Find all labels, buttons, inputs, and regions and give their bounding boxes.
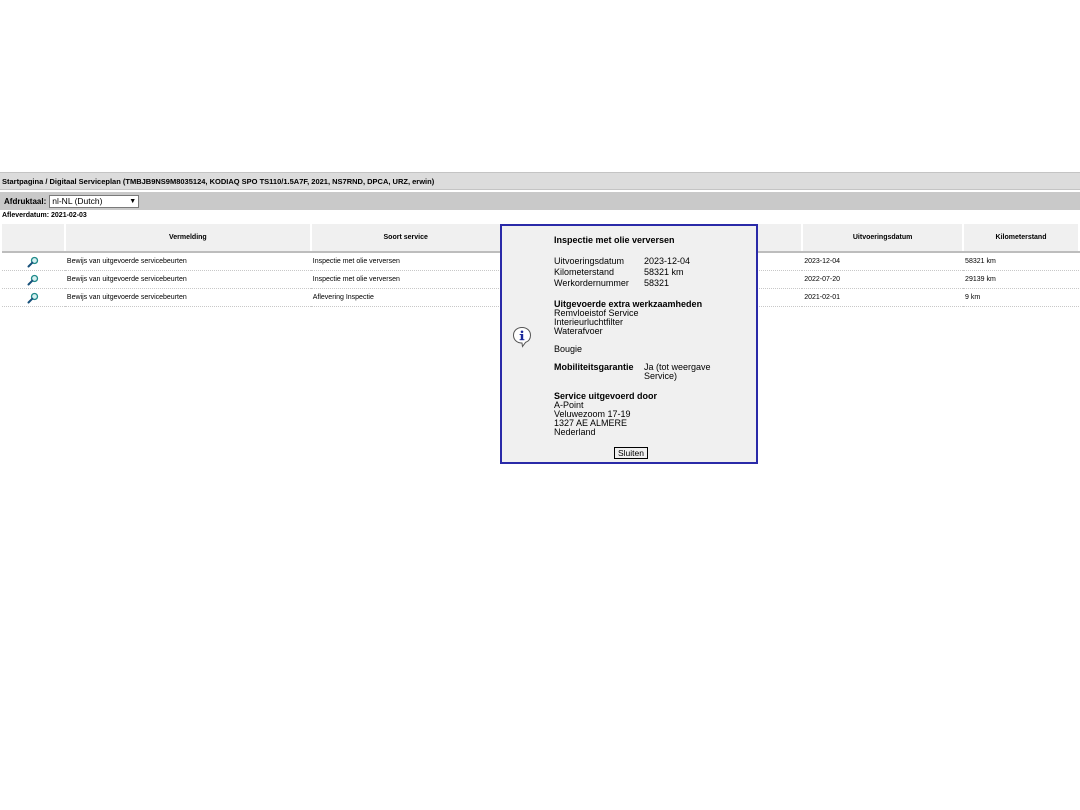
cell-kilometerstand: 29139 km [963, 270, 1079, 289]
cell-soort-service: Inspectie met olie verversen [310, 270, 501, 289]
cell-uitvoeringsdatum: 2022-07-20 [802, 270, 964, 289]
cell-kilometerstand: 58321 km [963, 252, 1079, 271]
column-header-uitvoeringsdatum[interactable]: Uitvoeringsdatum [802, 224, 965, 253]
service-detail-dialog: Inspectie met olie verversen Uitvoerings… [500, 224, 758, 464]
column-header-icon [2, 224, 66, 253]
language-selected-value: nl-NL (Dutch) [52, 196, 103, 206]
cell-uitvoeringsdatum: 2023-12-04 [802, 252, 964, 271]
row-detail-button[interactable] [2, 252, 65, 271]
cell-vermelding: Bewijs van uitgevoerde servicebeurten [64, 252, 311, 271]
magnifier-icon[interactable] [27, 274, 39, 286]
mobility-label: Mobiliteitsgarantie [554, 362, 634, 372]
cell-vermelding: Bewijs van uitgevoerde servicebeurten [64, 270, 311, 289]
column-header-kilometerstand[interactable]: Kilometerstand [963, 224, 1080, 253]
dialog-content: Inspectie met olie verversen Uitvoerings… [554, 236, 754, 437]
detail-value: 58321 [644, 278, 670, 288]
column-header-soort-service[interactable]: Soort service [310, 224, 502, 253]
magnifier-icon[interactable] [27, 256, 39, 268]
detail-value: 2023-12-04 [644, 256, 691, 266]
mobility-row: Mobiliteitsgarantie Ja (tot weergave Ser… [554, 363, 754, 381]
magnifier-icon[interactable] [27, 292, 39, 304]
detail-row: Uitvoeringsdatum 2023-12-04 [554, 256, 754, 267]
language-label: Afdruktaal: [4, 196, 47, 206]
detail-label: Kilometerstand [554, 267, 615, 277]
delivery-date: Afleverdatum: 2021-02-03 [2, 212, 87, 219]
detail-row: Kilometerstand 58321 km [554, 267, 754, 278]
detail-label: Werkordernummer [554, 278, 629, 288]
row-detail-button[interactable] [2, 288, 65, 307]
extra-work-item: Waterafvoer [554, 326, 603, 336]
detail-row: Werkordernummer 58321 [554, 278, 754, 289]
cell-vermelding: Bewijs van uitgevoerde servicebeurten [64, 288, 311, 307]
service-by-heading: Service uitgevoerd door [554, 391, 658, 401]
chevron-down-icon: ▼ [129, 197, 137, 205]
column-header-vermelding[interactable]: Vermelding [64, 224, 312, 253]
cell-soort-service: Aflevering Inspectie [310, 288, 501, 307]
detail-label: Uitvoeringsdatum [554, 256, 625, 266]
breadcrumb: Startpagina / Digitaal Serviceplan (TMBJ… [0, 172, 1080, 190]
language-bar: Afdruktaal: nl-NL (Dutch) ▼ [0, 192, 1080, 210]
cell-uitvoeringsdatum: 2021-02-01 [802, 288, 964, 307]
detail-value: 58321 km [644, 267, 684, 277]
service-address-line: Nederland [554, 427, 596, 437]
extra-work-item: Bougie [554, 344, 583, 354]
info-icon [512, 326, 532, 348]
mobility-value: Ja (tot weergave Service) [644, 362, 711, 381]
language-select[interactable]: nl-NL (Dutch) ▼ [49, 194, 140, 208]
cell-soort-service: Inspectie met olie verversen [310, 252, 501, 271]
cell-kilometerstand: 9 km [963, 288, 1079, 307]
close-button[interactable]: Sluiten [614, 447, 648, 459]
row-detail-button[interactable] [2, 270, 65, 289]
dialog-title: Inspectie met olie verversen [554, 235, 675, 245]
